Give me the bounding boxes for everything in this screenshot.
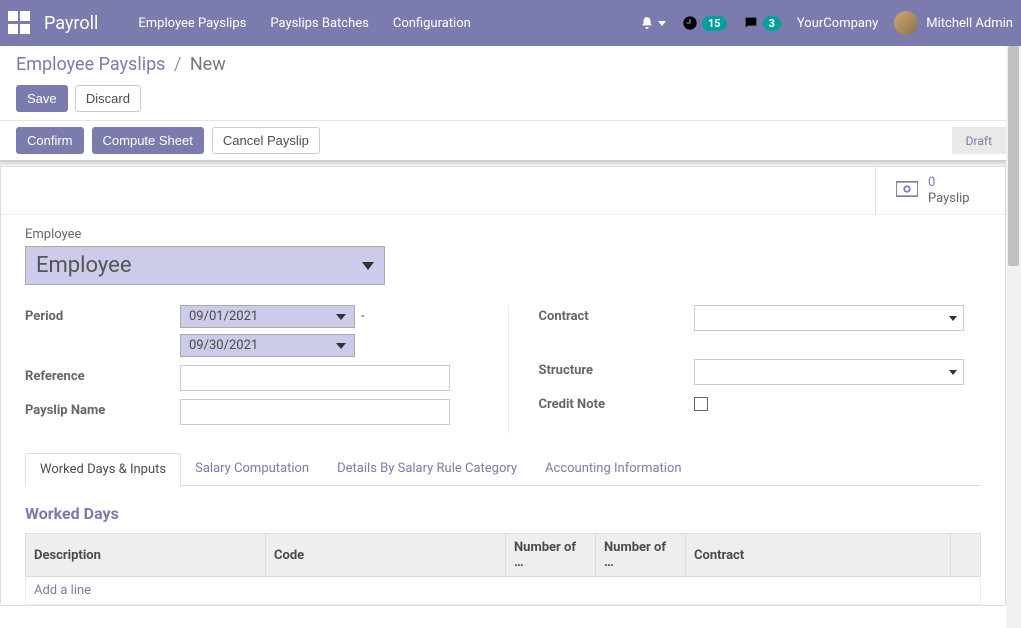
app-brand[interactable]: Payroll [44,13,98,34]
period-separator: - [361,309,365,324]
col-actions [951,534,981,577]
table-header-row: Description Code Number of … Number of …… [26,534,981,577]
clock-icon [682,15,698,31]
breadcrumb-current: New [190,54,226,75]
period-from-value: 09/01/2021 [189,309,258,324]
period-from-input[interactable]: 09/01/2021 [180,305,355,328]
form-left-column: Period 09/01/2021 - 09/30/2021 [25,305,468,433]
chevron-down-icon [362,262,374,270]
employee-select[interactable]: Employee [25,246,385,285]
edit-buttons: Save Discard [16,85,990,112]
form-sheet: 0 Payslip Employee Employee Period 09/ [0,167,1006,606]
tab-worked-days[interactable]: Worked Days & Inputs [25,453,181,486]
breadcrumb: Employee Payslips / New [16,54,990,75]
scrollbar-thumb[interactable] [1008,46,1019,266]
worked-days-title: Worked Days [25,504,981,523]
control-panel: Employee Payslips / New Save Discard [0,46,1006,121]
compute-sheet-button[interactable]: Compute Sheet [92,127,204,154]
payslip-count: 0 [928,175,970,191]
menu-employee-payslips[interactable]: Employee Payslips [138,16,246,31]
period-label: Period [25,305,180,324]
vertical-scrollbar[interactable] [1006,46,1021,628]
discard-button[interactable]: Discard [75,85,141,112]
menu-configuration[interactable]: Configuration [393,16,471,31]
chevron-down-icon [949,370,957,375]
form-tabs: Worked Days & Inputs Salary Computation … [25,453,981,486]
caret-down-icon [658,21,666,26]
tab-salary-computation[interactable]: Salary Computation [181,453,323,485]
status-buttons: Confirm Compute Sheet Cancel Payslip [16,127,324,154]
structure-label: Structure [539,359,694,378]
user-name: Mitchell Admin [926,16,1013,31]
col-number-of-hours[interactable]: Number of … [596,534,686,577]
menu-payslips-batches[interactable]: Payslips Batches [270,16,369,31]
status-bar: Confirm Compute Sheet Cancel Payslip Dra… [0,121,1021,161]
company-switcher[interactable]: YourCompany [797,16,878,31]
apps-icon[interactable] [8,11,32,35]
contract-label: Contract [539,305,694,324]
top-navbar: Payroll Employee Payslips Payslips Batch… [0,0,1021,46]
form-content: Employee Employee Period 09/01/2021 [1,215,1005,605]
button-box: 0 Payslip [1,167,1005,215]
structure-select[interactable] [694,359,964,385]
activities-button[interactable]: 15 [682,15,727,31]
tab-accounting-info[interactable]: Accounting Information [531,453,696,485]
worked-days-table: Description Code Number of … Number of …… [25,533,981,605]
employee-label: Employee [25,227,981,242]
col-contract[interactable]: Contract [686,534,951,577]
payslip-label: Payslip [928,191,970,207]
chevron-down-icon [336,314,346,320]
chevron-down-icon [336,343,346,349]
money-icon [896,181,918,201]
period-to-input[interactable]: 09/30/2021 [180,334,355,357]
activities-count: 15 [702,16,727,31]
user-menu[interactable]: Mitchell Admin [894,11,1013,35]
tab-details-by-rule[interactable]: Details By Salary Rule Category [323,453,531,485]
add-line-link[interactable]: Add a line [34,583,91,598]
messages-count: 3 [763,16,781,31]
main-menu: Employee Payslips Payslips Batches Confi… [138,16,640,31]
employee-placeholder: Employee [36,253,132,278]
contract-select[interactable] [694,305,964,331]
chevron-down-icon [949,316,957,321]
col-number-of-days[interactable]: Number of … [506,534,596,577]
payslip-name-label: Payslip Name [25,399,180,418]
save-button[interactable]: Save [16,85,68,112]
reference-label: Reference [25,365,180,384]
credit-note-label: Credit Note [539,393,694,412]
reference-input[interactable] [180,365,450,391]
confirm-button[interactable]: Confirm [16,127,84,154]
chat-icon [743,15,759,31]
navbar-right: 15 3 YourCompany Mitchell Admin [640,11,1013,35]
payslip-stat-button[interactable]: 0 Payslip [875,167,1005,214]
period-to-value: 09/30/2021 [189,338,258,353]
col-description[interactable]: Description [26,534,266,577]
credit-note-checkbox[interactable] [694,397,708,411]
col-code[interactable]: Code [266,534,506,577]
cancel-payslip-button[interactable]: Cancel Payslip [212,127,320,154]
bell-icon [640,16,654,30]
breadcrumb-parent[interactable]: Employee Payslips [16,54,165,75]
messages-button[interactable]: 3 [743,15,781,31]
avatar [894,11,918,35]
table-row: Add a line [26,577,981,605]
payslip-name-input[interactable] [180,399,450,425]
form-right-column: Contract Structure [508,305,982,433]
status-draft[interactable]: Draft [952,127,1006,154]
notifications-dropdown[interactable] [640,16,666,30]
breadcrumb-separator: / [174,54,181,75]
